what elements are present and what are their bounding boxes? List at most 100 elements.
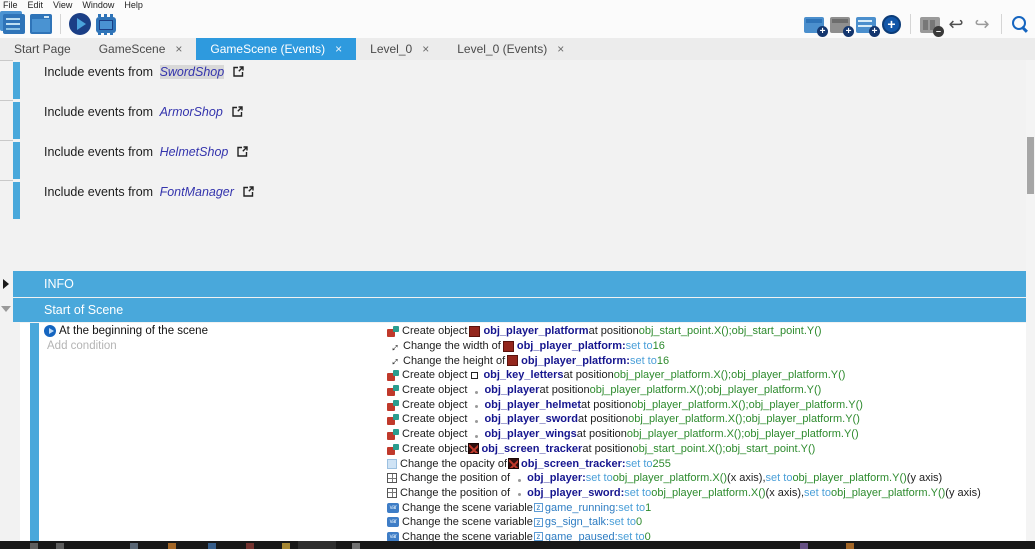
menu-item-file[interactable]: File bbox=[3, 0, 18, 10]
external-link-icon[interactable] bbox=[242, 185, 255, 198]
event-indent-rail bbox=[13, 182, 20, 219]
collapse-expand-icon[interactable] bbox=[1, 306, 11, 312]
redo-icon[interactable] bbox=[972, 14, 992, 34]
tab-label: Level_0 bbox=[370, 42, 413, 56]
undo-icon[interactable] bbox=[946, 14, 966, 34]
action-value: obj_player_platform.X() bbox=[612, 472, 728, 485]
action-row[interactable]: Create object obj_player at position obj… bbox=[387, 383, 981, 398]
toolbar-right-group bbox=[804, 14, 1035, 37]
action-row[interactable]: Change the height of obj_player_platform… bbox=[387, 353, 981, 368]
linked-scene-helmetshop[interactable]: HelmetShop bbox=[160, 145, 229, 159]
linked-scene-fontmanager[interactable]: FontManager bbox=[160, 185, 234, 199]
tab-gamescene-events-[interactable]: GameScene (Events) × bbox=[196, 38, 357, 60]
group-header-info[interactable]: INFO bbox=[13, 271, 1026, 297]
tab-level-0[interactable]: Level_0 × bbox=[356, 38, 443, 60]
link-event-prefix: Include events from bbox=[44, 105, 157, 119]
position-icon bbox=[387, 473, 397, 484]
linked-scene-armorshop[interactable]: ArmorShop bbox=[160, 105, 223, 119]
linked-scene-swordshop[interactable]: SwordShop bbox=[159, 65, 225, 79]
tab-gamescene[interactable]: GameScene × bbox=[85, 38, 197, 60]
collapse-expand-icon[interactable] bbox=[3, 279, 9, 289]
standard-event[interactable]: At the beginning of the scene Add condit… bbox=[20, 323, 1026, 549]
set-to-label: set to bbox=[585, 472, 613, 485]
taskbar-icon[interactable] bbox=[56, 543, 64, 549]
debugger-icon[interactable] bbox=[96, 14, 116, 33]
add-comment-icon[interactable] bbox=[856, 16, 880, 37]
scrollbar-thumb[interactable] bbox=[1027, 137, 1034, 194]
add-circle-icon[interactable] bbox=[882, 14, 901, 34]
link-event-row[interactable]: Include events from HelmetShop bbox=[0, 140, 1026, 182]
menu-item-window[interactable]: Window bbox=[82, 0, 114, 10]
object-name: obj_player: bbox=[527, 472, 586, 485]
variable-name: gs_sign_talk: bbox=[544, 516, 610, 529]
action-row[interactable]: Change the opacity of obj_screen_tracker… bbox=[387, 456, 981, 471]
link-event-row[interactable]: Include events from FontManager bbox=[0, 180, 1026, 222]
action-row[interactable]: Change the position of obj_player_sword:… bbox=[387, 486, 981, 501]
action-row[interactable]: Create object obj_player_helmet at posit… bbox=[387, 397, 981, 412]
action-row[interactable]: Create object obj_screen_tracker at posi… bbox=[387, 442, 981, 457]
tab-close-icon[interactable]: × bbox=[335, 42, 342, 56]
create-object-icon bbox=[387, 369, 399, 382]
group-label: INFO bbox=[44, 277, 74, 291]
taskbar-icon[interactable] bbox=[30, 543, 38, 549]
action-value: obj_player_platform.X();obj_player_platf… bbox=[628, 413, 860, 426]
menu-item-view[interactable]: View bbox=[53, 0, 72, 10]
create-object-icon bbox=[387, 413, 399, 426]
search-icon[interactable] bbox=[1011, 15, 1029, 33]
group-header-start-of-scene[interactable]: Start of Scene bbox=[13, 298, 1026, 322]
taskbar-active-app[interactable] bbox=[298, 541, 336, 549]
action-row[interactable]: Change the scene variable game_running: … bbox=[387, 500, 981, 515]
link-event-prefix: Include events from bbox=[44, 65, 157, 79]
create-object-icon bbox=[387, 399, 399, 411]
taskbar-icon[interactable] bbox=[352, 543, 360, 549]
tab-start-page[interactable]: Start Page bbox=[0, 38, 85, 60]
menu-item-help[interactable]: Help bbox=[124, 0, 143, 10]
taskbar-icon[interactable] bbox=[282, 543, 290, 549]
tab-close-icon[interactable]: × bbox=[175, 42, 182, 56]
toolbar-left-group bbox=[0, 13, 116, 35]
object-name: obj_player_wings bbox=[484, 428, 577, 441]
add-subevent-icon[interactable] bbox=[830, 16, 854, 37]
external-link-icon[interactable] bbox=[232, 65, 245, 78]
action-text: Change the opacity of bbox=[400, 457, 508, 470]
action-text: at position bbox=[581, 398, 632, 411]
project-manager-icon[interactable] bbox=[3, 14, 25, 34]
condition-row[interactable]: At the beginning of the scene bbox=[44, 325, 208, 337]
taskbar-icon[interactable] bbox=[168, 543, 176, 549]
action-text: Change the scene variable bbox=[402, 501, 533, 514]
taskbar-icon[interactable] bbox=[246, 543, 254, 549]
dot-object-thumbnail-icon bbox=[475, 434, 479, 438]
action-text: at position bbox=[577, 413, 629, 426]
tab-close-icon[interactable]: × bbox=[557, 42, 564, 56]
link-event-row[interactable]: Include events from ArmorShop bbox=[0, 100, 1026, 142]
taskbar-icon[interactable] bbox=[800, 543, 808, 549]
action-row[interactable]: Change the position of obj_player: set t… bbox=[387, 471, 981, 486]
action-row[interactable]: Change the width of obj_player_platform:… bbox=[387, 339, 981, 354]
action-row[interactable]: Create object obj_player_sword at positi… bbox=[387, 412, 981, 427]
add-event-icon[interactable] bbox=[804, 16, 828, 37]
link-event-row[interactable]: Include events from SwordShop bbox=[0, 60, 1026, 102]
action-row[interactable]: Create object obj_player_wings at positi… bbox=[387, 427, 981, 442]
link-event-text: Include events from HelmetShop bbox=[44, 145, 249, 161]
taskbar-icon[interactable] bbox=[208, 543, 216, 549]
action-text: (x axis), bbox=[727, 472, 766, 485]
event-indent-rail bbox=[30, 323, 39, 549]
object-name: obj_player_platform bbox=[483, 325, 589, 338]
taskbar-icon[interactable] bbox=[130, 543, 138, 549]
external-link-icon[interactable] bbox=[236, 145, 249, 158]
dot-object-thumbnail-icon bbox=[475, 390, 479, 394]
play-icon[interactable] bbox=[69, 13, 91, 35]
tab-level-0-events-[interactable]: Level_0 (Events) × bbox=[443, 38, 578, 60]
delete-event-icon[interactable] bbox=[920, 16, 944, 37]
set-to-label: set to bbox=[609, 516, 636, 529]
action-row[interactable]: Change the scene variable gs_sign_talk: … bbox=[387, 515, 981, 530]
scene-editor-icon[interactable] bbox=[30, 14, 52, 34]
external-link-icon[interactable] bbox=[231, 105, 244, 118]
menu-item-edit[interactable]: Edit bbox=[28, 0, 44, 10]
add-condition-button[interactable]: Add condition bbox=[47, 340, 117, 352]
tab-close-icon[interactable]: × bbox=[422, 42, 429, 56]
vertical-scrollbar[interactable] bbox=[1026, 60, 1035, 541]
taskbar-icon[interactable] bbox=[846, 543, 854, 549]
action-row[interactable]: Create object obj_key_letters at positio… bbox=[387, 368, 981, 383]
action-row[interactable]: Create object obj_player_platform at pos… bbox=[387, 324, 981, 339]
